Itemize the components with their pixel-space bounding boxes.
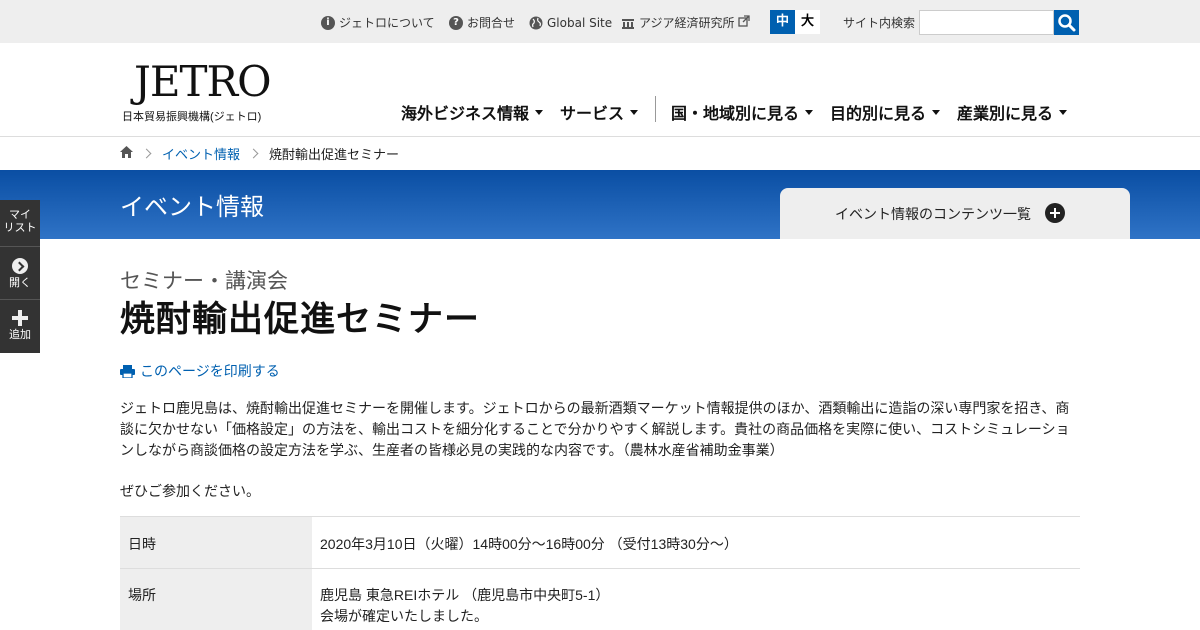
mylist-side-panel: マイ リスト 開く 追加 bbox=[0, 200, 40, 353]
nav-services[interactable]: サービス bbox=[560, 100, 639, 124]
global-site-link[interactable]: Global Site bbox=[529, 14, 612, 32]
nav-overseas-business[interactable]: 海外ビジネス情報 bbox=[401, 100, 544, 124]
printer-icon bbox=[120, 364, 135, 379]
breadcrumb-chevron-icon bbox=[141, 148, 152, 158]
nav-label: 産業別に見る bbox=[957, 106, 1054, 123]
place-header: 場所 bbox=[120, 568, 312, 630]
place-value: 鹿児島 東急REIホテル （鹿児島市中央町5-1） 会場が確定いたしました。 bbox=[312, 569, 1080, 630]
plus-circle-icon bbox=[1045, 203, 1065, 223]
nav-divider bbox=[655, 96, 656, 122]
breadcrumb-chevron-icon bbox=[248, 148, 259, 158]
about-link-label: ジェトロについて bbox=[339, 16, 435, 30]
side-divider bbox=[0, 246, 40, 247]
building-icon bbox=[621, 16, 635, 30]
site-search-button[interactable] bbox=[1054, 10, 1079, 35]
info-icon: i bbox=[321, 16, 335, 30]
event-description: ジェトロ鹿児島は、焼酎輸出促進セミナーを開催します。ジェトロからの最新酒類マーケ… bbox=[120, 398, 1080, 461]
table-row: 日時 2020年3月10日（火曜）14時00分～16時00分 （受付13時30分… bbox=[120, 516, 1080, 569]
event-details-table: 日時 2020年3月10日（火曜）14時00分～16時00分 （受付13時30分… bbox=[120, 516, 1080, 630]
print-page-label: このページを印刷する bbox=[140, 363, 280, 379]
logo-subtitle: 日本貿易振興機構(ジェトロ) bbox=[122, 111, 262, 123]
contents-list-toggle[interactable]: イベント情報のコンテンツ一覧 bbox=[780, 188, 1130, 239]
breadcrumb-event-info[interactable]: イベント情報 bbox=[162, 144, 240, 163]
date-value: 2020年3月10日（火曜）14時00分～16時00分 （受付13時30分～） bbox=[320, 536, 738, 552]
global-site-label: Global Site bbox=[547, 16, 613, 30]
question-icon: ? bbox=[449, 16, 463, 30]
print-page-link[interactable]: このページを印刷する bbox=[120, 361, 280, 381]
place-note: 会場が確定いたしました。 bbox=[320, 608, 488, 624]
side-divider bbox=[0, 299, 40, 300]
contact-link-label: お問合せ bbox=[467, 16, 516, 30]
table-row: 場所 鹿児島 東急REIホテル （鹿児島市中央町5-1） 会場が確定いたしました… bbox=[120, 568, 1080, 630]
caret-down-icon bbox=[1059, 109, 1068, 115]
breadcrumb: イベント情報 焼酎輸出促進セミナー bbox=[120, 143, 399, 163]
place-venue: 鹿児島 東急REIホテル （鹿児島市中央町5-1） bbox=[320, 587, 610, 603]
external-link-icon bbox=[737, 14, 750, 32]
description-line: ンしながら商談価格の設定方法を学ぶ、生産者の皆様必見の実践的な内容です。（農林水… bbox=[120, 442, 784, 458]
jetro-logo[interactable]: JETRO 日本貿易振興機構(ジェトロ) bbox=[120, 58, 280, 124]
caret-down-icon bbox=[535, 109, 544, 115]
chevron-right-icon bbox=[12, 258, 28, 274]
logo-mark: JETRO bbox=[134, 57, 272, 106]
mylist-label: マイ リスト bbox=[3, 209, 37, 234]
font-size-medium-button[interactable]: 中 bbox=[770, 10, 795, 34]
event-category: セミナー・講演会 bbox=[120, 270, 288, 293]
breadcrumb-divider bbox=[0, 136, 1200, 137]
nav-label: 国・地域別に見る bbox=[671, 106, 800, 123]
globe-icon bbox=[529, 16, 543, 30]
contact-link[interactable]: ? お問合せ bbox=[449, 14, 515, 32]
page-title: 焼酎輸出促進セミナー bbox=[120, 300, 481, 339]
ide-link-label: アジア経済研究所 bbox=[639, 16, 735, 30]
mylist-open-label: 開く bbox=[9, 277, 31, 289]
mylist-open-button[interactable]: 開く bbox=[0, 258, 40, 290]
mylist-add-button[interactable]: 追加 bbox=[0, 310, 40, 342]
description-line: 談に欠かせない「価格設定」の方法を、輸出コストを細分化することで分かりやすく解説… bbox=[120, 421, 1070, 437]
section-title: イベント情報 bbox=[120, 194, 264, 221]
mylist-add-label: 追加 bbox=[9, 329, 31, 341]
caret-down-icon bbox=[630, 109, 639, 115]
about-link[interactable]: i ジェトロについて bbox=[321, 14, 435, 32]
font-size-large-button[interactable]: 大 bbox=[795, 10, 820, 34]
utility-bar: i ジェトロについて ? お問合せ Global Site アジア経済研究所 中… bbox=[0, 0, 1200, 43]
home-icon[interactable] bbox=[120, 145, 133, 161]
site-search-input[interactable] bbox=[919, 10, 1054, 35]
contents-list-label: イベント情報のコンテンツ一覧 bbox=[835, 206, 1031, 222]
caret-down-icon bbox=[805, 109, 814, 115]
date-header: 日時 bbox=[120, 516, 312, 569]
nav-by-region[interactable]: 国・地域別に見る bbox=[671, 100, 814, 124]
nav-label: サービス bbox=[560, 106, 625, 123]
nav-label: 海外ビジネス情報 bbox=[401, 106, 530, 123]
ide-link[interactable]: アジア経済研究所 bbox=[621, 14, 750, 32]
description-line: ジェトロ鹿児島は、焼酎輸出促進セミナーを開催します。ジェトロからの最新酒類マーケ… bbox=[120, 400, 1070, 416]
nav-by-industry[interactable]: 産業別に見る bbox=[957, 100, 1068, 124]
call-to-action: ぜひご参加ください。 bbox=[120, 483, 260, 499]
search-icon bbox=[1054, 14, 1079, 38]
nav-label: 目的別に見る bbox=[830, 106, 927, 123]
breadcrumb-current: 焼酎輸出促進セミナー bbox=[269, 146, 400, 162]
site-search-label: サイト内検索 bbox=[843, 16, 916, 30]
plus-icon bbox=[12, 310, 28, 326]
caret-down-icon bbox=[932, 109, 941, 115]
nav-by-purpose[interactable]: 目的別に見る bbox=[830, 100, 941, 124]
